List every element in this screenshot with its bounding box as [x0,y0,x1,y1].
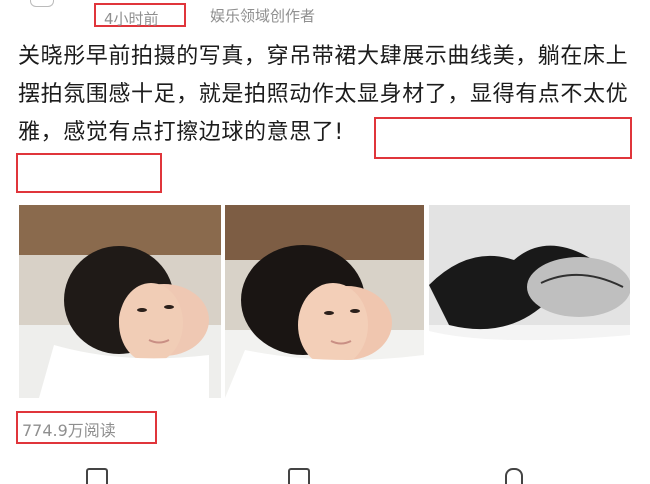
post-photo-3[interactable] [429,205,630,398]
post-photo-2[interactable] [225,205,424,398]
comment-icon[interactable] [288,468,310,484]
action-bar [0,462,650,484]
read-count: 774.9万阅读 [22,421,116,440]
like-icon[interactable] [505,468,523,484]
author-tag[interactable]: 娱乐领域创作者 [210,5,315,26]
post-time: 4小时前 [104,10,159,28]
avatar[interactable] [30,0,54,7]
views-highlight-box: 774.9万阅读 [16,411,157,444]
post-photo-1[interactable] [19,205,221,398]
share-icon[interactable] [86,468,108,484]
text-highlight-box [16,153,162,193]
post-meta-row: 4小时前 娱乐领域创作者 [0,0,650,30]
time-highlight-box: 4小时前 [94,3,186,28]
text-highlight-box [374,117,632,159]
